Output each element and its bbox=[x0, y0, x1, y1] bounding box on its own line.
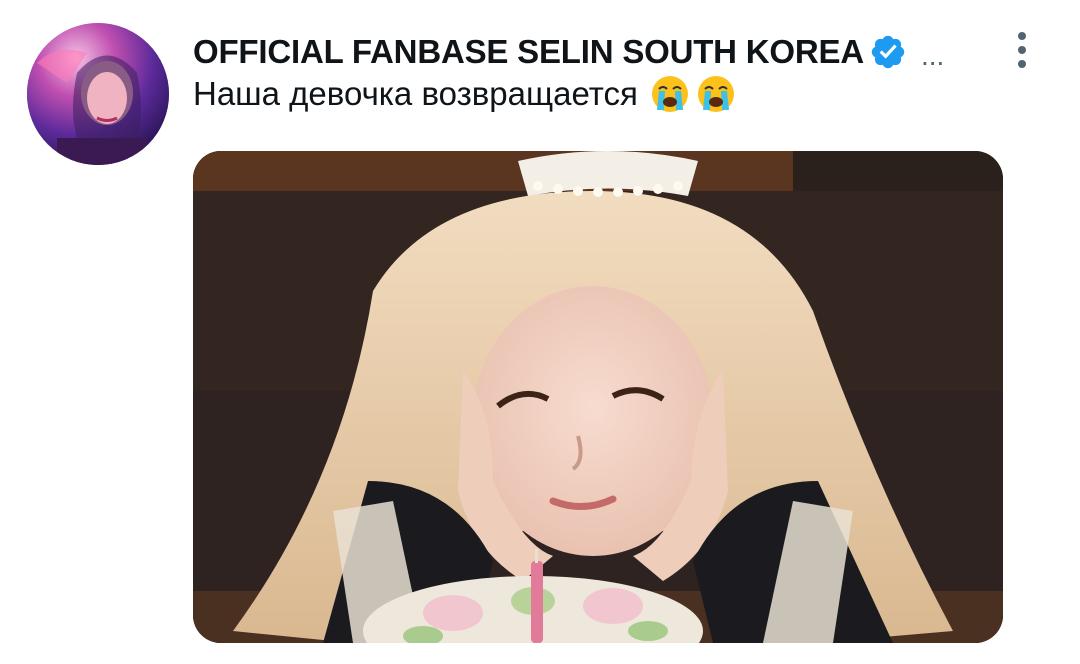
loudly-crying-face-icon bbox=[697, 76, 734, 112]
avatar-image bbox=[27, 23, 169, 165]
tweet-text-content: Наша девочка возвращается bbox=[193, 75, 638, 112]
loudly-crying-face-icon bbox=[651, 76, 688, 112]
tweet-media-photo[interactable] bbox=[193, 151, 1003, 643]
author-name[interactable]: OFFICIAL FANBASE SELIN SOUTH KOREA bbox=[193, 33, 864, 71]
avatar[interactable] bbox=[27, 23, 169, 165]
author-handle: ... bbox=[920, 40, 945, 71]
photo-image bbox=[193, 151, 1003, 643]
verified-badge-icon bbox=[871, 35, 905, 69]
tweet-header: OFFICIAL FANBASE SELIN SOUTH KOREA ... bbox=[193, 30, 944, 74]
tweet-text: Наша девочка возвращается bbox=[193, 74, 736, 114]
tweet-card[interactable]: OFFICIAL FANBASE SELIN SOUTH KOREA ... Н… bbox=[0, 0, 1080, 664]
more-options-icon[interactable] bbox=[1004, 28, 1040, 72]
